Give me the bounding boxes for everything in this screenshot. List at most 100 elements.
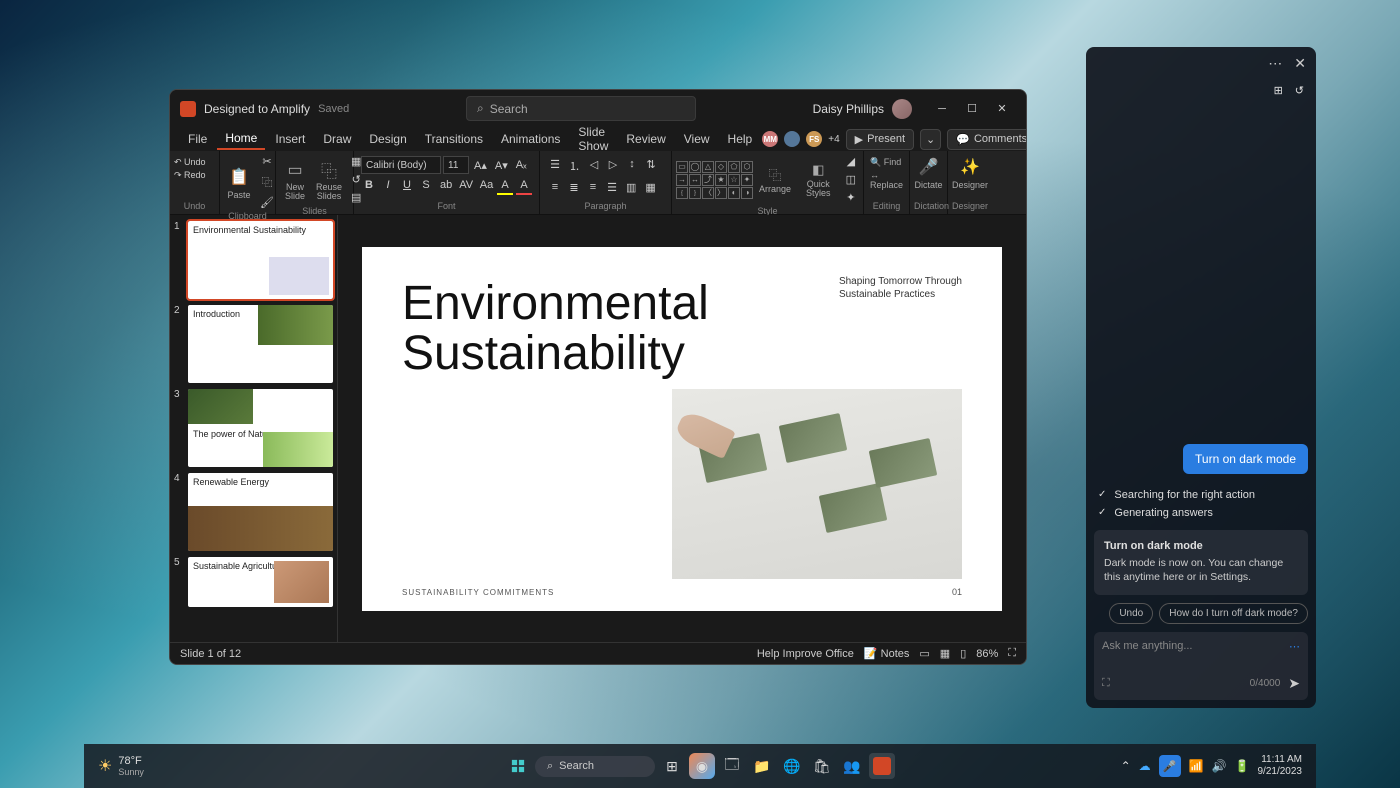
- thumbnail-1[interactable]: Environmental Sustainability: [188, 221, 333, 299]
- weather-widget[interactable]: ☀ 78°FSunny: [98, 755, 144, 777]
- attach-icon[interactable]: ⛶: [1102, 677, 1110, 690]
- highlight-button[interactable]: A: [497, 177, 513, 195]
- explorer-icon[interactable]: 🗔: [719, 753, 745, 779]
- thumbnail-3[interactable]: The power of Nature: [188, 389, 333, 467]
- font-select[interactable]: [361, 156, 441, 174]
- user-name[interactable]: Daisy Phillips: [813, 102, 884, 116]
- paste-button[interactable]: 📋Paste: [224, 163, 254, 202]
- collab-avatar-1[interactable]: MM: [762, 131, 778, 147]
- store-icon[interactable]: 🛍: [809, 753, 835, 779]
- grow-font-button[interactable]: A▴: [471, 157, 490, 174]
- align-center-button[interactable]: ≣: [566, 179, 582, 196]
- shape-outline-button[interactable]: ◫: [843, 171, 859, 188]
- arrange-button[interactable]: ⿻Arrange: [756, 163, 794, 196]
- view-sorter-button[interactable]: ▦: [940, 647, 950, 660]
- followup-button[interactable]: How do I turn off dark mode?: [1159, 603, 1308, 624]
- tray-chevron-icon[interactable]: ⌃: [1121, 759, 1131, 773]
- indent-left-button[interactable]: ◁: [586, 156, 602, 176]
- notes-button[interactable]: 📝 Notes: [864, 647, 910, 660]
- maximize-button[interactable]: ☐: [958, 99, 986, 119]
- battery-icon[interactable]: 🔋: [1235, 759, 1250, 773]
- taskbar-search[interactable]: ⌕ Search: [535, 756, 655, 777]
- task-view-button[interactable]: ⊞: [659, 753, 685, 779]
- thumbnail-4[interactable]: Renewable Energy: [188, 473, 333, 551]
- redo-button[interactable]: ↷ Redo: [174, 170, 215, 181]
- teams-icon[interactable]: 👥: [839, 753, 865, 779]
- case-button[interactable]: Aa: [477, 177, 494, 195]
- thumbnail-2[interactable]: Introduction: [188, 305, 333, 383]
- shrink-font-button[interactable]: A▾: [492, 157, 511, 174]
- current-slide[interactable]: EnvironmentalSustainability Shaping Tomo…: [362, 247, 1002, 611]
- zoom-level[interactable]: 86%: [976, 648, 998, 660]
- shadow-button[interactable]: ab: [437, 177, 453, 195]
- bold-button[interactable]: B: [361, 177, 377, 195]
- line-spacing-button[interactable]: ↕: [624, 156, 640, 176]
- clock[interactable]: 11:11 AM9/21/2023: [1258, 754, 1303, 778]
- menu-design[interactable]: Design: [361, 129, 414, 149]
- fit-button[interactable]: ⛶: [1008, 647, 1016, 660]
- shapes-gallery[interactable]: ▭◯△◇⬠⬡ →↔⤴★☆✦ ﹛﹜〈〉◐◑: [676, 161, 753, 199]
- designer-button[interactable]: ✨Designer: [952, 153, 988, 192]
- align-left-button[interactable]: ≡: [547, 179, 563, 196]
- apps-icon[interactable]: ⊞: [1274, 84, 1283, 97]
- copilot-tray-icon[interactable]: 🎤: [1159, 755, 1181, 777]
- copy-button[interactable]: ⿻: [257, 172, 277, 192]
- replace-button[interactable]: ↔ Replace: [870, 170, 903, 190]
- collab-count[interactable]: +4: [828, 134, 839, 145]
- send-icon[interactable]: ➤: [1288, 675, 1300, 692]
- italic-button[interactable]: I: [380, 177, 396, 195]
- menu-review[interactable]: Review: [618, 129, 673, 149]
- new-slide-button[interactable]: ▭New Slide: [280, 156, 310, 203]
- undo-button[interactable]: Undo: [1109, 603, 1153, 624]
- thumbnail-5[interactable]: Sustainable Agriculture: [188, 557, 333, 607]
- menu-transitions[interactable]: Transitions: [417, 129, 491, 149]
- close-icon[interactable]: ✕: [1294, 55, 1306, 72]
- doc-title[interactable]: Designed to Amplify: [204, 102, 310, 116]
- menu-file[interactable]: File: [180, 129, 215, 149]
- justify-button[interactable]: ☰: [604, 179, 620, 196]
- present-button[interactable]: ▶ Present: [846, 129, 914, 150]
- dictate-button[interactable]: 🎤Dictate: [914, 153, 943, 192]
- collab-avatar-2[interactable]: [784, 131, 800, 147]
- clear-format-button[interactable]: Aₓ: [513, 157, 530, 173]
- present-dropdown[interactable]: ⌄: [920, 129, 941, 150]
- bullets-button[interactable]: ☰: [547, 156, 563, 176]
- cut-button[interactable]: ✂: [257, 153, 277, 170]
- font-color-button[interactable]: A: [516, 177, 532, 195]
- powerpoint-taskbar-icon[interactable]: [869, 753, 895, 779]
- menu-animations[interactable]: Animations: [493, 129, 568, 149]
- minimize-button[interactable]: ─: [928, 99, 956, 119]
- spacing-button[interactable]: AV: [456, 177, 474, 195]
- edge-icon[interactable]: 🌐: [779, 753, 805, 779]
- menu-home[interactable]: Home: [217, 128, 265, 150]
- volume-icon[interactable]: 🔊: [1212, 759, 1227, 773]
- more-icon[interactable]: ⋯: [1268, 55, 1282, 72]
- collab-avatar-3[interactable]: FS: [806, 131, 822, 147]
- comments-button[interactable]: 💬 Comments: [947, 129, 1027, 150]
- menu-help[interactable]: Help: [720, 129, 761, 149]
- menu-insert[interactable]: Insert: [267, 129, 313, 149]
- view-reading-button[interactable]: ▯: [960, 647, 966, 660]
- close-button[interactable]: ✕: [988, 99, 1016, 119]
- search-input[interactable]: ⌕ Search: [466, 96, 696, 121]
- underline-button[interactable]: U: [399, 177, 415, 195]
- onedrive-icon[interactable]: ☁: [1139, 759, 1151, 773]
- help-improve[interactable]: Help Improve Office: [757, 648, 854, 660]
- wifi-icon[interactable]: 📶: [1189, 759, 1204, 773]
- reuse-slides-button[interactable]: ⿻Reuse Slides: [313, 156, 345, 203]
- find-button[interactable]: 🔍 Find: [870, 157, 903, 168]
- quick-styles-button[interactable]: ◧Quick Styles: [797, 159, 840, 200]
- input-more-icon[interactable]: ⋯: [1289, 640, 1300, 653]
- view-normal-button[interactable]: ▭: [919, 647, 929, 660]
- shape-fill-button[interactable]: ◢: [843, 153, 859, 170]
- shape-effects-button[interactable]: ✦: [843, 189, 859, 206]
- copilot-input[interactable]: Ask me anything...⋯ ⛶ 0/4000 ➤: [1094, 632, 1308, 700]
- numbering-button[interactable]: ⒈: [566, 156, 583, 176]
- slide-canvas[interactable]: EnvironmentalSustainability Shaping Tomo…: [338, 215, 1026, 642]
- copilot-taskbar-icon[interactable]: ◉: [689, 753, 715, 779]
- font-size-select[interactable]: [443, 156, 469, 174]
- undo-button[interactable]: ↶ Undo: [174, 157, 215, 168]
- smartart-button[interactable]: ▦: [642, 179, 658, 196]
- history-icon[interactable]: ↺: [1295, 84, 1304, 97]
- menu-view[interactable]: View: [676, 129, 718, 149]
